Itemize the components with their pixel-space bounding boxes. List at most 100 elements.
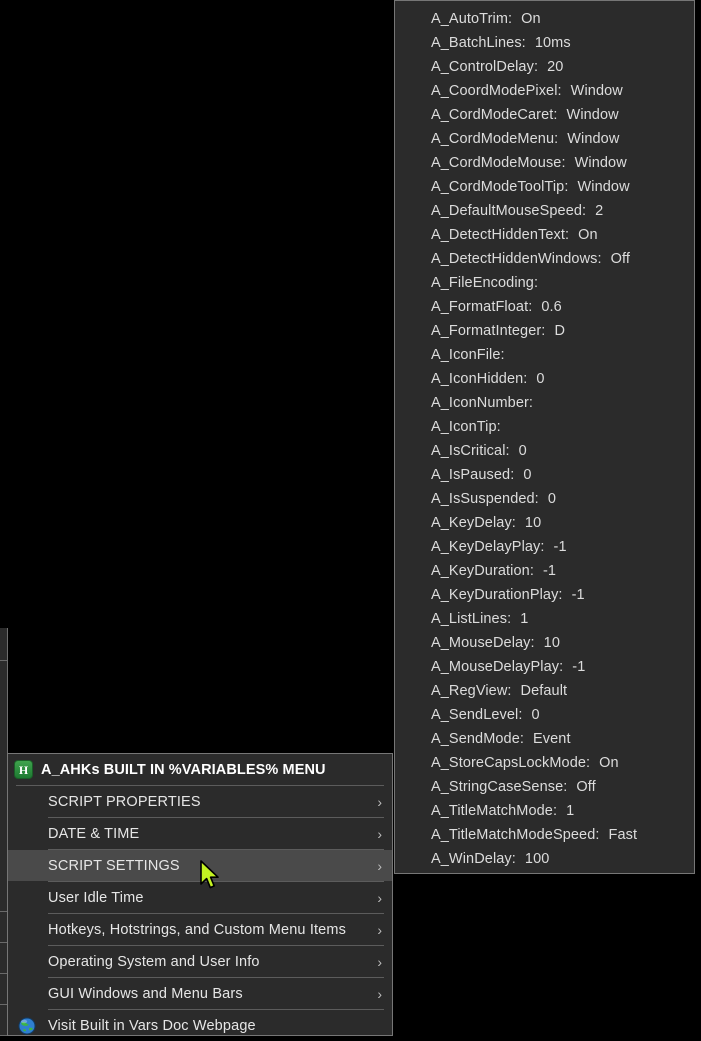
chevron-right-icon: › — [377, 825, 382, 842]
submenu-item[interactable]: A_IsSuspended: 0 — [395, 487, 694, 511]
submenu-item[interactable]: A_WinDelay: 100 — [395, 847, 694, 871]
menu-item-label: Hotkeys, Hotstrings, and Custom Menu Ite… — [48, 921, 347, 938]
variable-value: Default — [520, 683, 568, 699]
variable-name: A_TitleMatchModeSpeed: — [431, 827, 600, 843]
submenu-item[interactable]: A_BatchLines: 10ms — [395, 31, 694, 55]
menu-item-visit-built-in-vars-doc-webpage[interactable]: Visit Built in Vars Doc Webpage — [8, 1010, 392, 1041]
script-settings-submenu[interactable]: A_AutoTrim: On A_BatchLines: 10ms A_ControlD… — [394, 0, 695, 874]
submenu-item[interactable]: A_KeyDuration: -1 — [395, 559, 694, 583]
chevron-right-icon: › — [377, 793, 382, 810]
chevron-right-icon: › — [377, 921, 382, 938]
menu-item-icon-slot — [14, 791, 40, 813]
submenu-item[interactable]: A_IconHidden: 0 — [395, 367, 694, 391]
variable-value: -1 — [553, 539, 567, 555]
variable-value: On — [578, 227, 598, 243]
submenu-item[interactable]: A_ListLines: 1 — [395, 607, 694, 631]
submenu-item[interactable]: A_CordModeMouse: Window — [395, 151, 694, 175]
menu-item-label: Visit Built in Vars Doc Webpage — [48, 1017, 256, 1034]
menu-item-script-properties[interactable]: SCRIPT PROPERTIES › — [8, 786, 392, 817]
menu-item-user-idle-time[interactable]: User Idle Time › — [8, 882, 392, 913]
menu-item-script-settings[interactable]: SCRIPT SETTINGS › — [8, 850, 392, 881]
variable-name: A_ControlDelay: — [431, 59, 539, 75]
variable-value: 0 — [531, 707, 540, 723]
ahk-app-icon: H — [14, 760, 33, 779]
variable-value: 10 — [524, 515, 542, 531]
variable-name: A_CordModeToolTip: — [431, 179, 569, 195]
variable-name: A_SendMode: — [431, 731, 524, 747]
submenu-item[interactable]: A_RegView: Default — [395, 679, 694, 703]
variable-name: A_FileEncoding: — [431, 275, 539, 291]
variable-name: A_MouseDelayPlay: — [431, 659, 564, 675]
main-context-menu[interactable]: H A_AHKs BUILT IN %VARIABLES% MENU SCRIP… — [7, 753, 393, 1036]
variable-name: A_IconHidden: — [431, 371, 528, 387]
menu-header: H A_AHKs BUILT IN %VARIABLES% MENU — [8, 754, 392, 785]
variable-name: A_IconNumber: — [431, 395, 534, 411]
submenu-item[interactable]: A_MouseDelay: 10 — [395, 631, 694, 655]
submenu-item[interactable]: A_TitleMatchModeSpeed: Fast — [395, 823, 694, 847]
submenu-item[interactable]: A_DetectHiddenWindows: Off — [395, 247, 694, 271]
variable-value: 10 — [543, 635, 561, 651]
variable-name: A_IconFile: — [431, 347, 505, 363]
variable-value: 0 — [536, 371, 545, 387]
variable-value: Window — [577, 179, 630, 195]
submenu-item[interactable]: A_IconTip: — [395, 415, 694, 439]
variable-name: A_StringCaseSense: — [431, 779, 568, 795]
background-panel-divider — [0, 1004, 7, 1005]
submenu-item[interactable]: A_SendLevel: 0 — [395, 703, 694, 727]
variable-name: A_FormatInteger: — [431, 323, 546, 339]
variable-value: 0 — [523, 467, 532, 483]
variable-value: -1 — [571, 587, 585, 603]
variable-value: 10ms — [534, 35, 571, 51]
menu-item-gui-windows-and-menu-bars[interactable]: GUI Windows and Menu Bars › — [8, 978, 392, 1009]
submenu-item[interactable]: A_FileEncoding: — [395, 271, 694, 295]
menu-header-label: A_AHKs BUILT IN %VARIABLES% MENU — [41, 761, 326, 778]
menu-item-label: GUI Windows and Menu Bars — [48, 985, 243, 1002]
variable-name: A_TitleMatchMode: — [431, 803, 558, 819]
menu-item-label: DATE & TIME — [48, 825, 140, 842]
variable-value: 0 — [547, 491, 556, 507]
variable-name: A_CoordModePixel: — [431, 83, 562, 99]
submenu-item[interactable]: A_CordModeCaret: Window — [395, 103, 694, 127]
menu-item-operating-system-and-user-info[interactable]: Operating System and User Info › — [8, 946, 392, 977]
variable-name: A_IsPaused: — [431, 467, 515, 483]
menu-item-label: SCRIPT SETTINGS — [48, 857, 180, 874]
submenu-item[interactable]: A_IsPaused: 0 — [395, 463, 694, 487]
submenu-item[interactable]: A_KeyDelayPlay: -1 — [395, 535, 694, 559]
chevron-right-icon: › — [377, 857, 382, 874]
submenu-item[interactable]: A_IconNumber: — [395, 391, 694, 415]
submenu-item[interactable]: A_SendMode: Event — [395, 727, 694, 751]
submenu-item[interactable]: A_IconFile: — [395, 343, 694, 367]
variable-value: On — [599, 755, 619, 771]
submenu-item[interactable]: A_MouseDelayPlay: -1 — [395, 655, 694, 679]
variable-name: A_MouseDelay: — [431, 635, 535, 651]
submenu-item[interactable]: A_IsCritical: 0 — [395, 439, 694, 463]
background-panel-divider — [0, 911, 7, 912]
variable-name: A_KeyDurationPlay: — [431, 587, 563, 603]
submenu-item[interactable]: A_ControlDelay: 20 — [395, 55, 694, 79]
variable-name: A_SendLevel: — [431, 707, 523, 723]
variable-name: A_KeyDelay: — [431, 515, 516, 531]
variable-name: A_IsSuspended: — [431, 491, 539, 507]
submenu-item[interactable]: A_FormatFloat: 0.6 — [395, 295, 694, 319]
submenu-item[interactable]: A_CoordModePixel: Window — [395, 79, 694, 103]
submenu-item[interactable]: A_CordModeToolTip: Window — [395, 175, 694, 199]
submenu-item[interactable]: A_CordModeMenu: Window — [395, 127, 694, 151]
submenu-item[interactable]: A_StringCaseSense: Off — [395, 775, 694, 799]
submenu-item[interactable]: A_DefaultMouseSpeed: 2 — [395, 199, 694, 223]
variable-name: A_RegView: — [431, 683, 512, 699]
submenu-item[interactable]: A_FormatInteger: D — [395, 319, 694, 343]
variable-value: Fast — [608, 827, 638, 843]
variable-name: A_KeyDelayPlay: — [431, 539, 545, 555]
submenu-item[interactable]: A_TitleMatchMode: 1 — [395, 799, 694, 823]
variable-name: A_ListLines: — [431, 611, 512, 627]
menu-item-date-time[interactable]: DATE & TIME › — [8, 818, 392, 849]
variable-value: -1 — [542, 563, 557, 579]
submenu-item[interactable]: A_AutoTrim: On — [395, 7, 694, 31]
variable-name: A_WinDelay: — [431, 851, 516, 867]
submenu-item[interactable]: A_StoreCapsLockMode: On — [395, 751, 694, 775]
variable-name: A_DefaultMouseSpeed: — [431, 203, 587, 219]
menu-item-hotkeys-hotstrings-and-custom-menu-items[interactable]: Hotkeys, Hotstrings, and Custom Menu Ite… — [8, 914, 392, 945]
submenu-item[interactable]: A_DetectHiddenText: On — [395, 223, 694, 247]
submenu-item[interactable]: A_KeyDurationPlay: -1 — [395, 583, 694, 607]
submenu-item[interactable]: A_KeyDelay: 10 — [395, 511, 694, 535]
